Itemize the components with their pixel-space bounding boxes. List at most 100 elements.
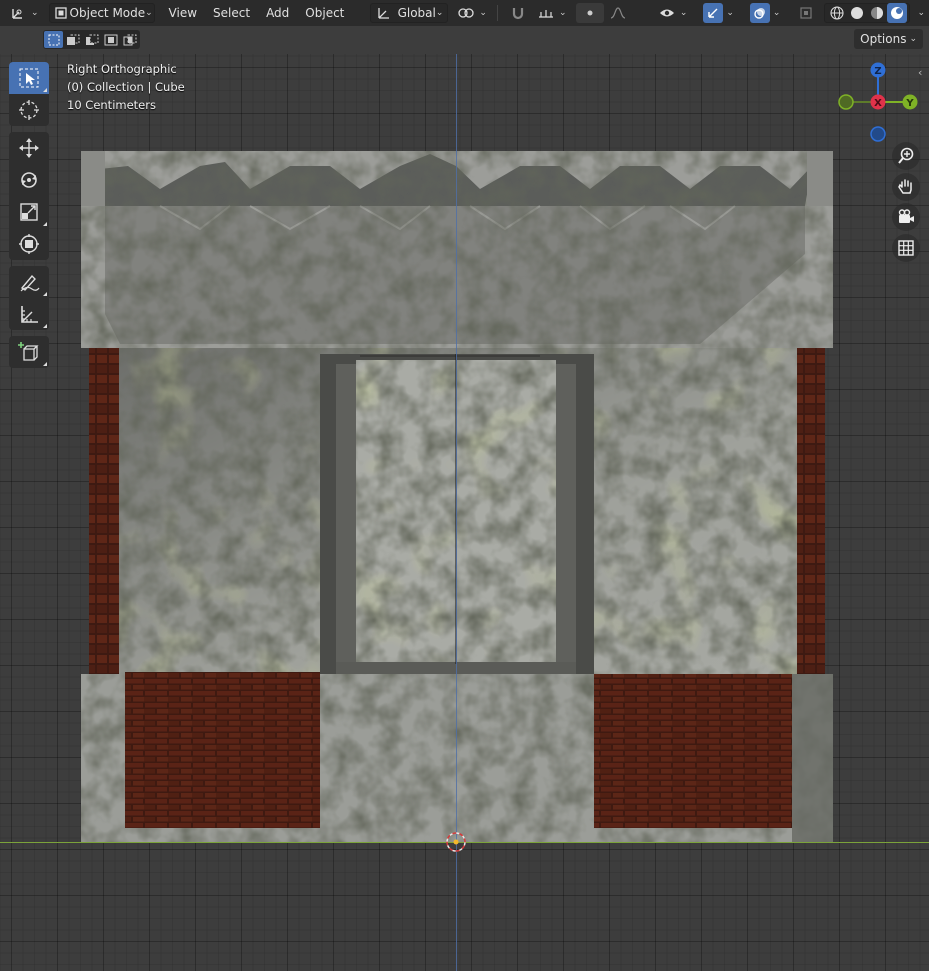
- eye-icon: [657, 3, 677, 23]
- cursor-icon: [19, 100, 39, 120]
- overlays-toggle[interactable]: ⌄: [746, 3, 785, 23]
- navigation-gizmo[interactable]: Z Y X: [830, 56, 926, 152]
- pan-button[interactable]: [892, 173, 920, 201]
- chevron-down-icon: ⌄: [435, 8, 444, 18]
- orientation-label: Global: [397, 6, 436, 20]
- menu-object[interactable]: Object: [297, 6, 352, 20]
- viewport-header: ⌄ Object Mode ⌄ View Select Add Object G…: [0, 0, 929, 26]
- gizmo-icon: [703, 3, 724, 23]
- camera-view-button[interactable]: [892, 203, 920, 231]
- shading-options-button[interactable]: ⌄: [914, 3, 929, 23]
- measure-icon: [21, 306, 38, 323]
- annotate-icon: [20, 274, 40, 292]
- cursor-tool[interactable]: [9, 94, 49, 126]
- viewport-info: Right Orthographic (0) Collection | Cube…: [67, 60, 185, 114]
- snap-toggle[interactable]: [504, 3, 532, 23]
- brick-column-right: [797, 344, 825, 674]
- scale-tool[interactable]: [9, 196, 49, 228]
- options-dropdown[interactable]: Options ⌄: [854, 29, 923, 49]
- chevron-down-icon: ⌄: [726, 8, 734, 18]
- chevron-down-icon: ⌄: [479, 8, 487, 18]
- sidebar-toggle-icon[interactable]: ‹: [918, 66, 922, 79]
- axes-icon: [8, 3, 28, 23]
- annotate-tool[interactable]: [9, 266, 49, 298]
- select-intersect-icon[interactable]: [120, 31, 139, 48]
- pivot-point-button[interactable]: ⌄: [452, 3, 491, 23]
- options-label: Options: [860, 32, 907, 46]
- collection-label: (0) Collection | Cube: [67, 80, 185, 94]
- divider: [496, 5, 498, 21]
- snap-target-button[interactable]: ⌄: [532, 3, 571, 23]
- select-subtract-icon[interactable]: [82, 31, 101, 48]
- camera-icon: [898, 209, 914, 223]
- menu-view[interactable]: View: [161, 6, 205, 20]
- chevron-down-icon: ⌄: [145, 8, 153, 18]
- chevron-down-icon: ⌄: [679, 8, 688, 18]
- falloff-curve-icon: [608, 3, 628, 23]
- scale-icon: [20, 203, 38, 221]
- proportional-edit-icon: [580, 3, 600, 23]
- chevron-down-icon: ⌄: [772, 8, 781, 18]
- object-mode-icon: [54, 3, 68, 23]
- falloff-button[interactable]: [604, 3, 632, 23]
- select-box-icon: [19, 68, 39, 88]
- rotate-icon: [21, 172, 37, 188]
- editor-type-button[interactable]: ⌄: [4, 3, 43, 23]
- transform-orientation-icon: [375, 3, 393, 23]
- solid-shading-icon[interactable]: [847, 3, 867, 23]
- gizmo-z-negative[interactable]: [870, 126, 886, 142]
- chevron-down-icon: ⌄: [31, 8, 39, 18]
- gizmo-toggle[interactable]: ⌄: [699, 3, 738, 23]
- mode-label: Object Mode: [69, 6, 146, 20]
- shading-modes: [824, 3, 911, 23]
- proportional-edit-toggle[interactable]: [576, 3, 605, 23]
- gizmo-x-label: X: [874, 98, 882, 109]
- 3d-viewport[interactable]: Right Orthographic (0) Collection | Cube…: [0, 54, 929, 971]
- rotate-tool[interactable]: [9, 164, 49, 196]
- material-preview-icon[interactable]: [867, 3, 887, 23]
- selection-mode-buttons: [43, 30, 140, 49]
- transform-icon: [19, 234, 39, 254]
- view-name: Right Orthographic: [67, 62, 177, 76]
- measure-tool[interactable]: [9, 298, 49, 330]
- zoom-icon: [898, 147, 914, 164]
- snap-increment-icon: [536, 3, 556, 23]
- 3d-cursor-icon[interactable]: [445, 831, 467, 853]
- top-band-grime: [81, 151, 833, 348]
- chevron-down-icon: ⌄: [909, 34, 917, 44]
- rendered-shading-icon[interactable]: [887, 3, 908, 23]
- select-new-icon[interactable]: [44, 31, 63, 48]
- grid-icon: [898, 240, 914, 256]
- grid-scale-label: 10 Centimeters: [67, 98, 156, 112]
- gizmo-y-label: Y: [905, 98, 914, 109]
- chevron-down-icon: ⌄: [917, 8, 925, 18]
- select-extend-icon[interactable]: [63, 31, 82, 48]
- mode-dropdown[interactable]: Object Mode ⌄: [48, 3, 155, 23]
- select-invert-icon[interactable]: [101, 31, 120, 48]
- overlays-icon: [749, 3, 770, 23]
- visibility-button[interactable]: ⌄: [653, 3, 692, 23]
- menu-select[interactable]: Select: [205, 6, 258, 20]
- orientation-dropdown[interactable]: Global ⌄: [370, 3, 449, 23]
- magnet-icon: [508, 3, 528, 23]
- brick-column-left: [89, 344, 119, 674]
- projection-toggle-button[interactable]: [892, 234, 920, 262]
- menu-add[interactable]: Add: [258, 6, 297, 20]
- pan-hand-icon: [898, 179, 912, 194]
- pivot-icon: [456, 3, 476, 23]
- move-tool[interactable]: [9, 132, 49, 164]
- add-cube-tool[interactable]: [9, 336, 49, 368]
- xray-icon: [796, 3, 816, 23]
- chevron-down-icon: ⌄: [558, 8, 567, 18]
- move-icon: [19, 138, 39, 158]
- transform-tool[interactable]: [9, 228, 49, 260]
- add-cube-icon: [18, 342, 39, 361]
- wireframe-shading-icon[interactable]: [827, 3, 847, 23]
- tool-shelf: [9, 62, 49, 368]
- tool-settings-bar: Options ⌄: [0, 26, 929, 54]
- xray-toggle[interactable]: [792, 3, 820, 23]
- gizmo-z-label: Z: [874, 66, 881, 77]
- select-box-tool[interactable]: [9, 62, 49, 94]
- gizmo-y-negative[interactable]: [838, 94, 854, 110]
- zoom-button[interactable]: [892, 142, 920, 170]
